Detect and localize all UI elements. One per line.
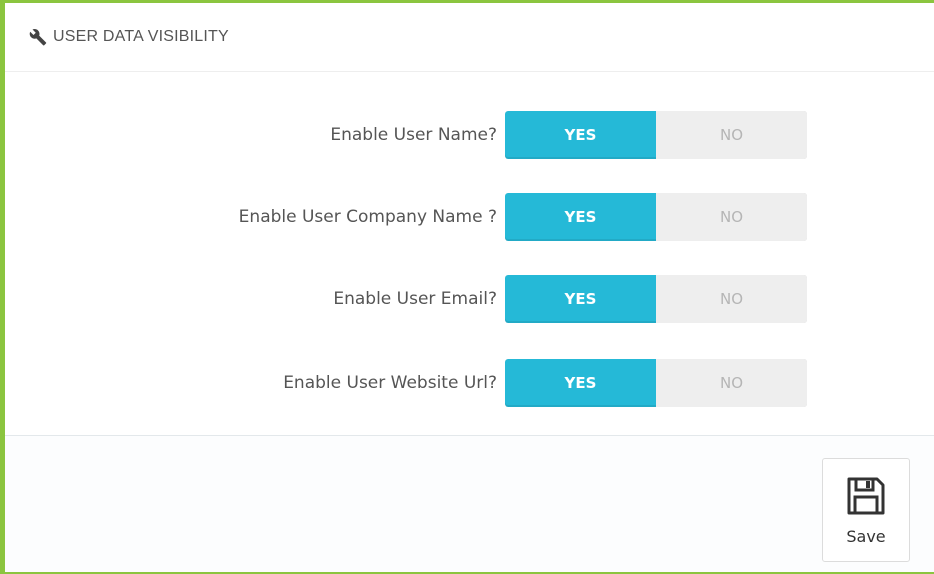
toggle-user-email[interactable]: YES NO (505, 275, 807, 323)
toggle-user-website-url-yes[interactable]: YES (505, 359, 656, 407)
toggle-user-email-yes[interactable]: YES (505, 275, 656, 323)
save-button-label: Save (846, 527, 886, 546)
save-button[interactable]: Save (822, 458, 910, 562)
toggle-user-company-name[interactable]: YES NO (505, 193, 807, 241)
floppy-disk-icon (847, 477, 885, 515)
settings-form: Enable User Name? YES NO Enable User Com… (5, 73, 934, 435)
setting-row-user-company-name: Enable User Company Name ? YES NO (5, 193, 934, 241)
setting-row-user-email: Enable User Email? YES NO (5, 275, 934, 323)
toggle-user-website-url[interactable]: YES NO (505, 359, 807, 407)
setting-label-user-email: Enable User Email? (333, 289, 497, 309)
panel-footer: Save (5, 435, 934, 572)
user-data-visibility-panel: USER DATA VISIBILITY Enable User Name? Y… (0, 0, 934, 574)
setting-label-user-website-url: Enable User Website Url? (283, 373, 497, 393)
toggle-user-company-name-no[interactable]: NO (656, 193, 807, 241)
toggle-user-website-url-no[interactable]: NO (656, 359, 807, 407)
toggle-user-company-name-yes[interactable]: YES (505, 193, 656, 241)
toggle-user-name[interactable]: YES NO (505, 111, 807, 159)
toggle-user-name-yes[interactable]: YES (505, 111, 656, 159)
wrench-icon (29, 29, 47, 46)
toggle-user-name-no[interactable]: NO (656, 111, 807, 159)
panel-title: USER DATA VISIBILITY (53, 28, 229, 45)
setting-label-user-name: Enable User Name? (330, 125, 497, 145)
toggle-user-email-no[interactable]: NO (656, 275, 807, 323)
panel-heading: USER DATA VISIBILITY (5, 3, 934, 72)
setting-row-user-name: Enable User Name? YES NO (5, 111, 934, 159)
setting-row-user-website-url: Enable User Website Url? YES NO (5, 359, 934, 407)
setting-label-user-company-name: Enable User Company Name ? (238, 207, 497, 227)
